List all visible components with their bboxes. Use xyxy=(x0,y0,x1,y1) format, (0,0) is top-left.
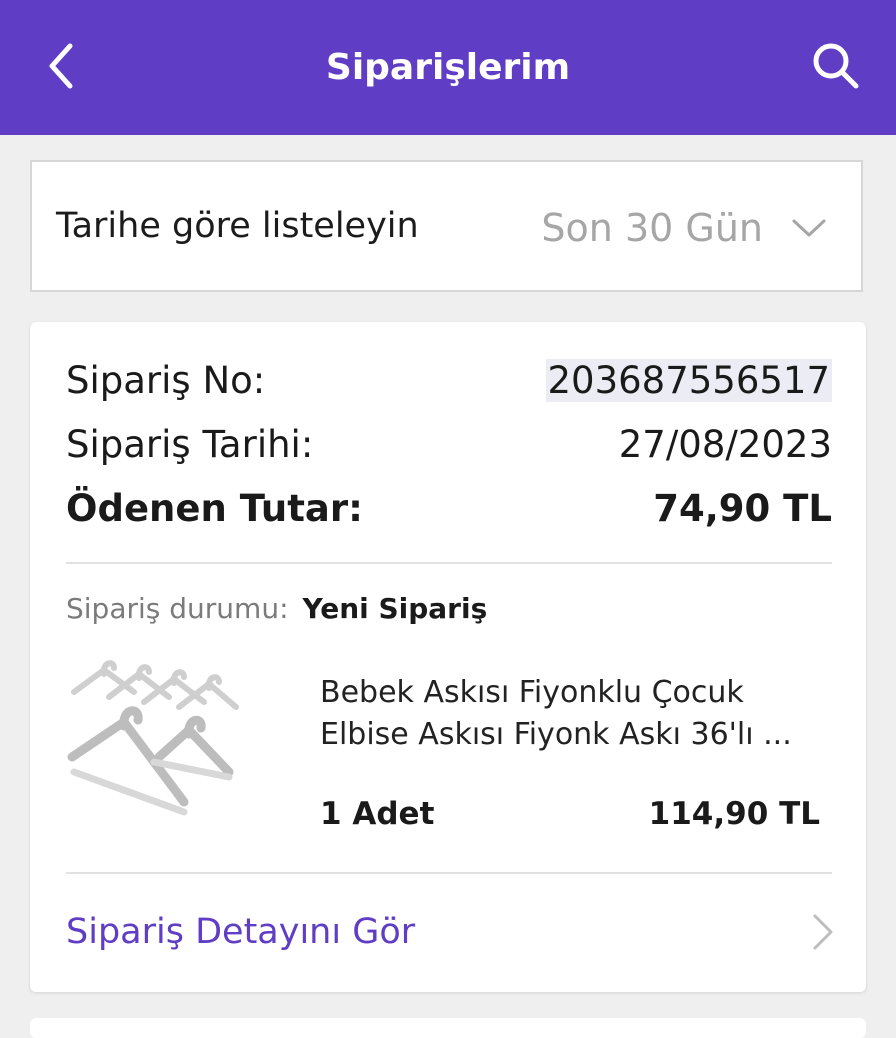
order-number-label: Sipariş No: xyxy=(66,358,266,402)
order-number[interactable]: 203687556517 xyxy=(545,358,832,402)
date-range-select[interactable]: Son 30 Gün xyxy=(541,206,827,250)
chevron-right-icon xyxy=(813,914,833,950)
filter-label: Tarihe göre listeleyin xyxy=(56,206,419,246)
order-detail-link[interactable]: Sipariş Detayını Gör xyxy=(66,902,836,962)
search-button[interactable] xyxy=(806,36,866,96)
date-filter[interactable]: Tarihe göre listeleyin Son 30 Gün xyxy=(30,160,863,292)
status-label: Sipariş durumu: xyxy=(66,592,289,625)
product-name[interactable]: Bebek Askısı Fiyonklu Çocuk Elbise Askıs… xyxy=(320,672,830,756)
order-date-row: Sipariş Tarihi: 27/08/2023 xyxy=(66,416,832,472)
chevron-down-icon xyxy=(792,219,826,237)
order-status: Sipariş durumu: Yeni Sipariş xyxy=(66,592,487,625)
paid-amount-label: Ödenen Tutar: xyxy=(66,486,363,530)
paid-amount: 74,90 TL xyxy=(653,486,832,530)
product-price: 114,90 TL xyxy=(648,796,820,832)
status-badge: Yeni Sipariş xyxy=(302,592,488,625)
product-quantity: 1 Adet xyxy=(320,796,435,832)
order-card: Sipariş No: 203687556517 Sipariş Tarihi:… xyxy=(30,322,866,992)
divider xyxy=(66,872,832,874)
order-detail-label: Sipariş Detayını Gör xyxy=(66,912,416,952)
search-icon xyxy=(813,43,859,89)
divider xyxy=(66,562,832,564)
date-range-value: Son 30 Gün xyxy=(541,206,763,250)
order-date: 27/08/2023 xyxy=(618,422,832,466)
order-date-label: Sipariş Tarihi: xyxy=(66,422,314,466)
next-order-card xyxy=(30,1018,866,1038)
paid-amount-row: Ödenen Tutar: 74,90 TL xyxy=(66,480,832,536)
page-title: Siparişlerim xyxy=(325,47,571,88)
app-header: Siparişlerim xyxy=(0,0,896,135)
order-number-row: Sipariş No: 203687556517 xyxy=(66,352,832,408)
hanger-product-image[interactable] xyxy=(64,652,244,832)
